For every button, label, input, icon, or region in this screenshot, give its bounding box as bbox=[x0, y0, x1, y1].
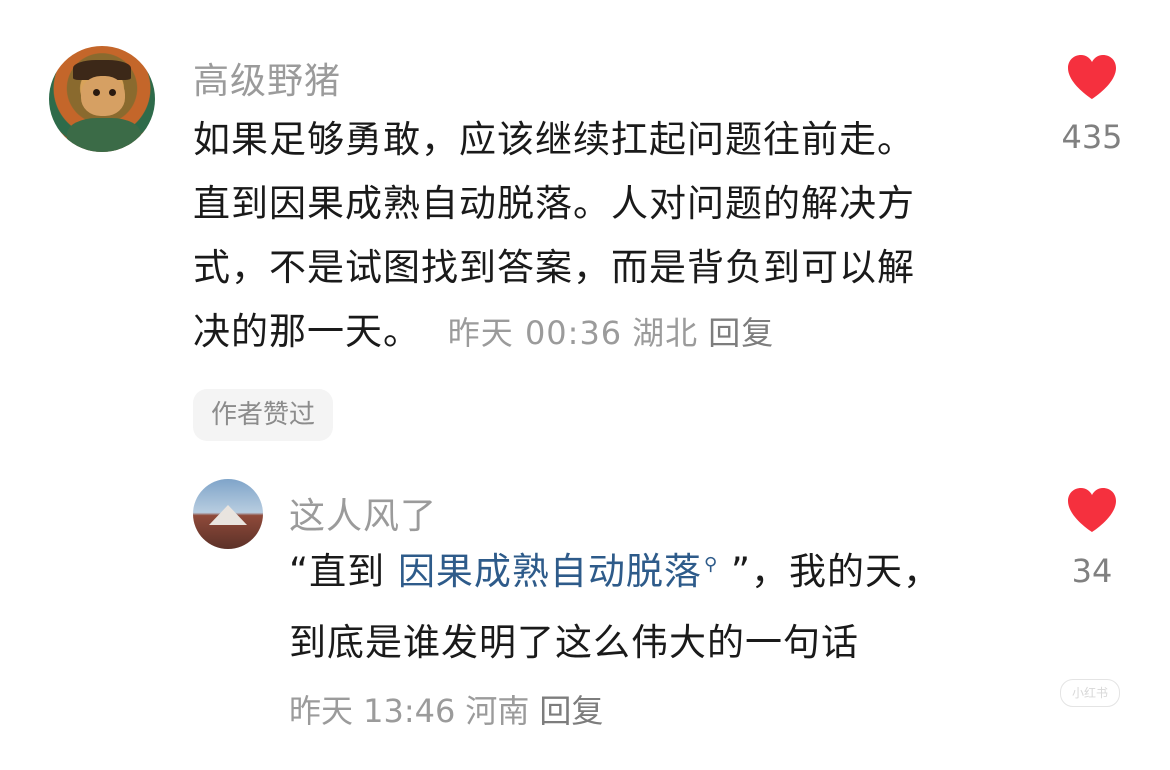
avatar-face bbox=[81, 76, 125, 116]
comment-line: 式，不是试图找到答案，而是背负到可以解 bbox=[193, 246, 915, 289]
reply-time: 昨天 13:46 bbox=[289, 692, 456, 730]
reply-like-count: 34 bbox=[1071, 552, 1113, 590]
comment-meta: 昨天 00:36 湖北 回复 bbox=[448, 314, 784, 352]
comment-like-heart-icon[interactable] bbox=[1066, 54, 1118, 100]
reply-reply-button[interactable]: 回复 bbox=[539, 692, 603, 730]
comment-location: 湖北 bbox=[632, 314, 699, 352]
comment-reply-button[interactable]: 回复 bbox=[708, 314, 774, 352]
avatar-reply-commenter[interactable] bbox=[193, 479, 263, 549]
reply-line: “直到 因果成熟自动脱落 ⚲ ”，我的天， bbox=[289, 540, 1029, 611]
avatar-coat bbox=[67, 118, 141, 152]
reply-close-text: ”，我的天， bbox=[718, 550, 942, 593]
avatar-eye bbox=[109, 89, 116, 96]
avatar-main-commenter[interactable] bbox=[49, 46, 155, 152]
avatar-eye bbox=[93, 89, 100, 96]
reply-username[interactable]: 这人风了 bbox=[289, 487, 437, 539]
reply-like-heart-icon[interactable] bbox=[1066, 487, 1118, 533]
comment-username[interactable]: 高级野猪 bbox=[193, 52, 341, 104]
reply-meta: 昨天 13:46 河南 回复 bbox=[289, 686, 613, 732]
reply-body: “直到 因果成熟自动脱落 ⚲ ”，我的天， 到底是谁发明了这么伟大的一句话 bbox=[289, 540, 1029, 675]
comment-line: 直到因果成熟自动脱落。人对问题的解决方 bbox=[193, 182, 915, 225]
comment-like-count: 435 bbox=[1061, 118, 1123, 156]
comment-body: 如果足够勇敢，应该继续扛起问题往前走。 直到因果成熟自动脱落。人对问题的解决方 … bbox=[193, 108, 1013, 365]
reply-location: 河南 bbox=[465, 692, 530, 730]
comment-line-text: 决的那一天。 bbox=[193, 310, 421, 353]
comment-time: 昨天 00:36 bbox=[447, 314, 623, 352]
search-icon[interactable]: ⚲ bbox=[704, 554, 718, 575]
comment-line: 如果足够勇敢，应该继续扛起问题往前走。 bbox=[193, 118, 915, 161]
reply-search-link[interactable]: 因果成熟自动脱落 bbox=[398, 550, 702, 593]
reply-open-quote: “直到 bbox=[289, 550, 398, 593]
avatar-mountain bbox=[209, 505, 247, 525]
author-liked-badge: 作者赞过 bbox=[193, 389, 334, 441]
watermark-logo: 小红书 bbox=[1060, 679, 1120, 707]
reply-line: 到底是谁发明了这么伟大的一句话 bbox=[289, 621, 859, 664]
comment-line: 决的那一天。 昨天 00:36 湖北 回复 bbox=[193, 300, 1013, 365]
